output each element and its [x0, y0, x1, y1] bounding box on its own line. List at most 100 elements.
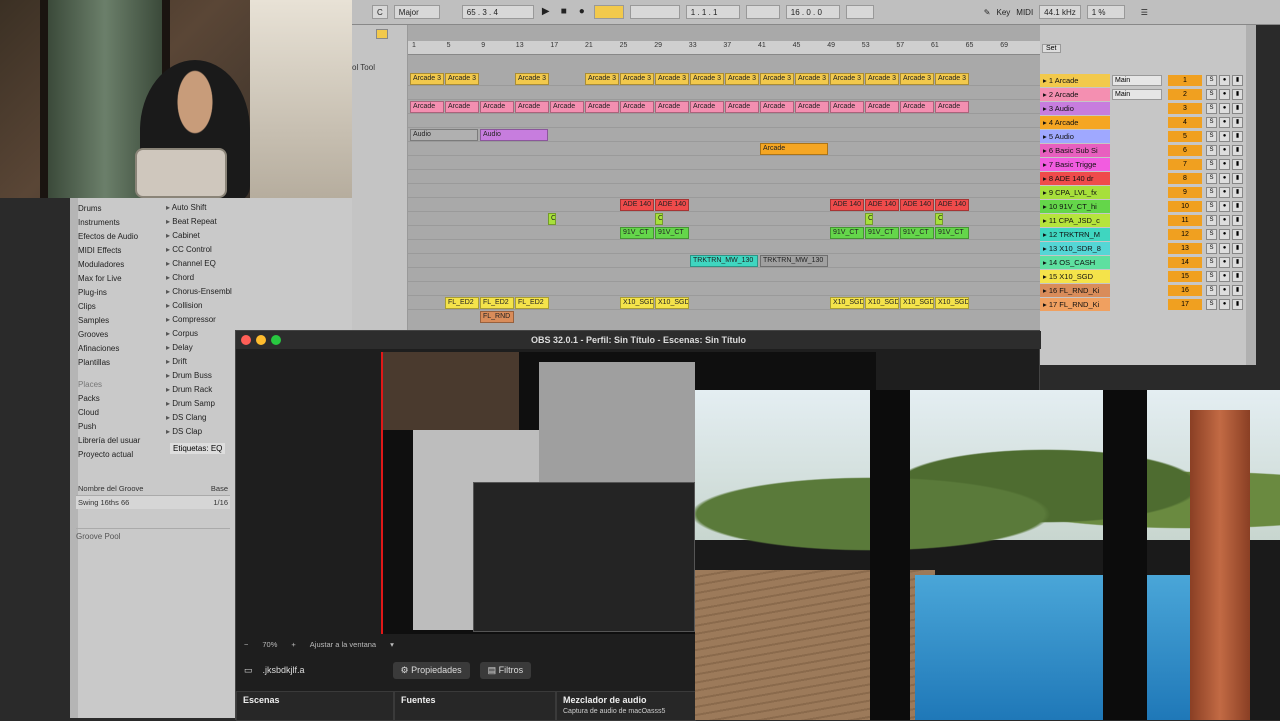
track-activator[interactable]: 14: [1168, 256, 1202, 268]
arrangement-clip[interactable]: Arcade: [410, 101, 444, 113]
meter-icon[interactable]: ▮: [1232, 298, 1243, 310]
arrangement-clip[interactable]: 91V_CT: [865, 227, 899, 239]
track-name[interactable]: ▸ 16 FL_RND_Ki: [1040, 283, 1110, 297]
browser-category[interactable]: Grooves: [78, 328, 170, 342]
minimize-window-icon[interactable]: [256, 335, 266, 345]
arm-button[interactable]: ●: [1219, 158, 1230, 170]
arrangement-clip[interactable]: Arcade: [760, 143, 828, 155]
track-header[interactable]: ▸ 9 CPA_LVL_fx 9 S ● ▮: [1040, 185, 1256, 199]
filters-button[interactable]: ▤ Filtros: [479, 661, 532, 679]
arm-button[interactable]: ●: [1219, 172, 1230, 184]
arrangement-clip[interactable]: ADE 140: [655, 199, 689, 211]
track-name[interactable]: ▸ 7 Basic Trigge: [1040, 157, 1110, 171]
arrangement-clip[interactable]: C: [865, 213, 873, 225]
browser-place[interactable]: Cloud: [78, 406, 170, 420]
arrangement-clip[interactable]: FL_RND: [480, 311, 514, 323]
meter-icon[interactable]: ▮: [1232, 186, 1243, 198]
arrangement-clip[interactable]: Arcade: [585, 101, 619, 113]
track-name[interactable]: ▸ 9 CPA_LVL_fx: [1040, 185, 1110, 199]
meter-icon[interactable]: ▮: [1232, 228, 1243, 240]
track-lane[interactable]: [408, 283, 1040, 296]
solo-button[interactable]: S: [1206, 116, 1217, 128]
arrangement-clip[interactable]: 91V_CT: [620, 227, 654, 239]
arm-button[interactable]: ●: [1219, 186, 1230, 198]
arrangement-clip[interactable]: Arcade: [480, 101, 514, 113]
browser-scrollbar[interactable]: [70, 198, 78, 718]
track-header[interactable]: ▸ 15 X10_SGD 15 S ● ▮: [1040, 269, 1256, 283]
arrangement-clip[interactable]: X10_SGD: [655, 297, 689, 309]
arrangement-clip[interactable]: Arcade: [445, 101, 479, 113]
arm-button[interactable]: ●: [1219, 242, 1230, 254]
close-window-icon[interactable]: [241, 335, 251, 345]
track-activator[interactable]: 3: [1168, 102, 1202, 114]
track-activator[interactable]: 5: [1168, 130, 1202, 142]
track-name[interactable]: ▸ 10 91V_CT_hi: [1040, 199, 1110, 213]
arm-button[interactable]: ●: [1219, 88, 1230, 100]
browser-device[interactable]: Beat Repeat: [166, 215, 232, 229]
arm-button[interactable]: ●: [1219, 102, 1230, 114]
record-icon[interactable]: ●: [576, 6, 588, 18]
loop-controls[interactable]: [629, 5, 680, 19]
solo-button[interactable]: S: [1206, 242, 1217, 254]
arrangement-clip[interactable]: Arcade 3: [690, 73, 724, 85]
arrangement-clip[interactable]: Arcade: [725, 101, 759, 113]
arrangement-clip[interactable]: Arcade 3: [620, 73, 654, 85]
track-name[interactable]: ▸ 11 CPA_JSD_c: [1040, 213, 1110, 227]
browser-category[interactable]: Moduladores: [78, 258, 170, 272]
arrangement-clip[interactable]: X10_SGD: [900, 297, 934, 309]
meter-icon[interactable]: ▮: [1232, 116, 1243, 128]
solo-button[interactable]: S: [1206, 284, 1217, 296]
arrangement-clip[interactable]: X10_SGD: [865, 297, 899, 309]
stop-icon[interactable]: ■: [558, 6, 570, 18]
browser-device[interactable]: Chord: [166, 271, 232, 285]
arm-button[interactable]: ●: [1219, 130, 1230, 142]
solo-button[interactable]: S: [1206, 270, 1217, 282]
arrangement-clip[interactable]: Arcade: [760, 101, 794, 113]
track-name[interactable]: ▸ 13 X10_SDR_8: [1040, 241, 1110, 255]
track-routing[interactable]: Main: [1112, 88, 1162, 100]
arrangement-clip[interactable]: C: [655, 213, 663, 225]
browser-device[interactable]: Corpus: [166, 327, 232, 341]
arm-button[interactable]: ●: [1219, 144, 1230, 156]
meter-icon[interactable]: ▮: [1232, 144, 1243, 156]
scale-select[interactable]: Major: [393, 5, 440, 19]
arrangement-clip[interactable]: Arcade: [900, 101, 934, 113]
arrangement-clip[interactable]: 91V_CT: [900, 227, 934, 239]
track-lane[interactable]: [408, 269, 1040, 282]
meter-icon[interactable]: ▮: [1232, 158, 1243, 170]
track-name[interactable]: ▸ 12 TRKTRN_M: [1040, 227, 1110, 241]
track-name[interactable]: ▸ 4 Arcade: [1040, 115, 1110, 129]
track-activator[interactable]: 9: [1168, 186, 1202, 198]
track-lane[interactable]: [408, 115, 1040, 128]
chevron-down-icon[interactable]: ▾: [390, 640, 394, 649]
arrangement-clip[interactable]: X10_SGD: [620, 297, 654, 309]
arrangement-clip[interactable]: Arcade: [515, 101, 549, 113]
track-activator[interactable]: 6: [1168, 144, 1202, 156]
solo-button[interactable]: S: [1206, 256, 1217, 268]
browser-category[interactable]: Efectos de Audio: [78, 230, 170, 244]
browser-device[interactable]: Collision: [166, 299, 232, 313]
arrangement-clip[interactable]: Arcade 3: [760, 73, 794, 85]
meter-icon[interactable]: ▮: [1232, 102, 1243, 114]
track-name[interactable]: ▸ 17 FL_RND_Ki: [1040, 297, 1110, 311]
arrangement-clip[interactable]: Arcade: [655, 101, 689, 113]
browser-device[interactable]: Drum Samp: [166, 397, 232, 411]
arrangement-clip[interactable]: Audio: [410, 129, 478, 141]
track-header[interactable]: ▸ 11 CPA_JSD_c 11 S ● ▮: [1040, 213, 1256, 227]
arrangement-clip[interactable]: Audio: [480, 129, 548, 141]
track-header[interactable]: ▸ 12 TRKTRN_M 12 S ● ▮: [1040, 227, 1256, 241]
solo-button[interactable]: S: [1206, 200, 1217, 212]
arrangement-clip[interactable]: 91V_CT: [830, 227, 864, 239]
track-lane[interactable]: [408, 87, 1040, 100]
arrangement-clip[interactable]: Arcade: [550, 101, 584, 113]
track-name[interactable]: ▸ 8 ADE 140 dr: [1040, 171, 1110, 185]
arrangement-clip[interactable]: 91V_CT: [935, 227, 969, 239]
groove-item[interactable]: Swing 16ths 66 1/16: [76, 496, 230, 509]
track-header[interactable]: ▸ 7 Basic Trigge 7 S ● ▮: [1040, 157, 1256, 171]
arrangement-clip[interactable]: TRKTRN_MW_130: [760, 255, 828, 267]
arrangement-clip[interactable]: Arcade 3: [830, 73, 864, 85]
solo-button[interactable]: S: [1206, 74, 1217, 86]
browser-category[interactable]: Clips: [78, 300, 170, 314]
track-name[interactable]: ▸ 6 Basic Sub Si: [1040, 143, 1110, 157]
arrangement-clip[interactable]: Arcade 3: [445, 73, 479, 85]
